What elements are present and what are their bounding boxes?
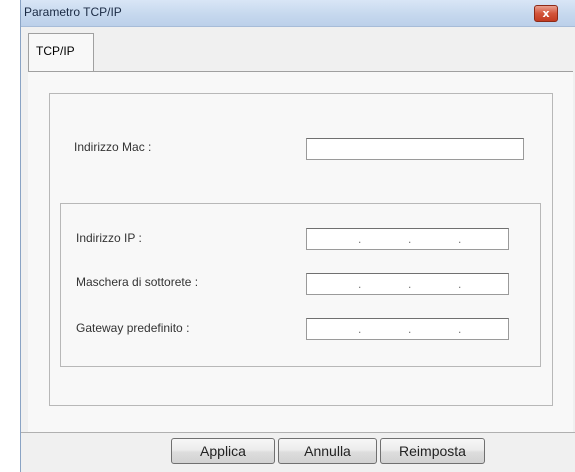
- title-bar: Parametro TCP/IP: [21, 0, 575, 27]
- close-icon[interactable]: x: [534, 5, 558, 22]
- default-gateway-dot-1: .: [358, 322, 362, 336]
- tab-tcp-ip[interactable]: TCP/IP: [28, 33, 94, 72]
- ip-address-field[interactable]: . . .: [306, 228, 509, 250]
- tab-tcp-ip-label: TCP/IP: [36, 44, 75, 58]
- reset-button[interactable]: Reimposta: [380, 438, 485, 464]
- ip-address-dot-3: .: [458, 232, 462, 246]
- mac-address-field[interactable]: [306, 138, 524, 160]
- cancel-button[interactable]: Annulla: [278, 438, 377, 464]
- ip-address-dot-1: .: [358, 232, 362, 246]
- default-gateway-dot-2: .: [408, 322, 412, 336]
- footer-separator: [21, 432, 575, 433]
- tcp-ip-dialog: Parametro TCP/IP TCP/IP Indirizzo Mac : …: [20, 0, 575, 472]
- subnet-mask-dot-1: .: [358, 277, 362, 291]
- default-gateway-field[interactable]: . . .: [306, 318, 509, 340]
- apply-button[interactable]: Applica: [171, 438, 275, 464]
- ip-address-dot-2: .: [408, 232, 412, 246]
- subnet-mask-dot-3: .: [458, 277, 462, 291]
- ip-address-label: Indirizzo IP :: [76, 231, 142, 245]
- default-gateway-label: Gateway predefinito :: [76, 321, 190, 335]
- mac-address-label: Indirizzo Mac :: [74, 140, 152, 154]
- default-gateway-dot-3: .: [458, 322, 462, 336]
- subnet-mask-label: Maschera di sottorete :: [76, 275, 199, 289]
- window-title: Parametro TCP/IP: [24, 5, 122, 19]
- subnet-mask-dot-2: .: [408, 277, 412, 291]
- subnet-mask-field[interactable]: . . .: [306, 273, 509, 295]
